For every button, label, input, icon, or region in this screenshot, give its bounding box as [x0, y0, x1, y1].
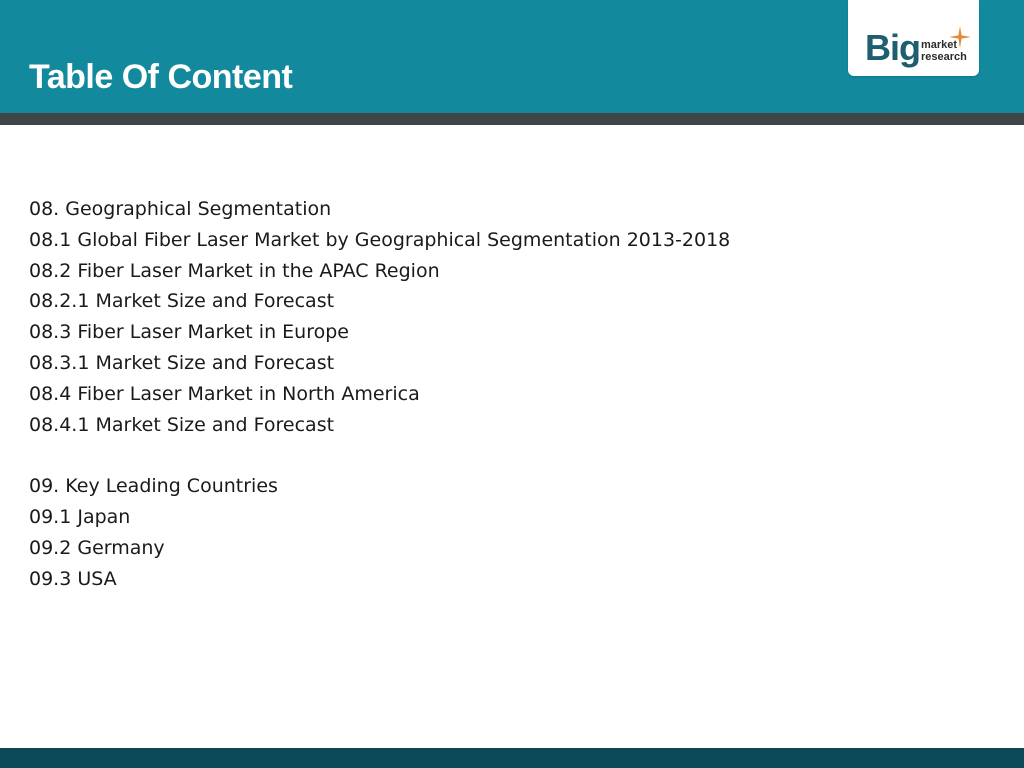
- toc-item: 08.1 Global Fiber Laser Market by Geogra…: [29, 228, 731, 251]
- toc-item: 08.2.1 Market Size and Forecast: [29, 290, 335, 313]
- table-of-contents: 08. Geographical Segmentation 08.1 Globa…: [29, 194, 730, 594]
- toc-item: 09.2 Germany: [29, 536, 165, 559]
- toc-item: 08.4 Fiber Laser Market in North America: [29, 382, 420, 405]
- page-title: Table Of Content: [29, 58, 293, 96]
- toc-item: 08.4.1 Market Size and Forecast: [29, 413, 335, 436]
- logo-line-research: research: [921, 51, 967, 63]
- toc-item: 08. Geographical Segmentation: [29, 198, 332, 220]
- footer-band: [0, 748, 1024, 768]
- header-divider: [0, 113, 1024, 125]
- brand-logo: Big market research: [848, 0, 979, 76]
- toc-item: 08.2 Fiber Laser Market in the APAC Regi…: [29, 259, 440, 282]
- toc-item: 08.3 Fiber Laser Market in Europe: [29, 321, 349, 344]
- toc-item: 09. Key Leading Countries: [29, 475, 278, 498]
- sparkle-icon: [949, 26, 971, 48]
- logo-wordmark-big: Big: [865, 27, 921, 68]
- toc-item: 08.3.1 Market Size and Forecast: [29, 351, 335, 374]
- toc-item: 09.1 Japan: [29, 505, 131, 528]
- toc-item: 09.3 USA: [29, 567, 117, 590]
